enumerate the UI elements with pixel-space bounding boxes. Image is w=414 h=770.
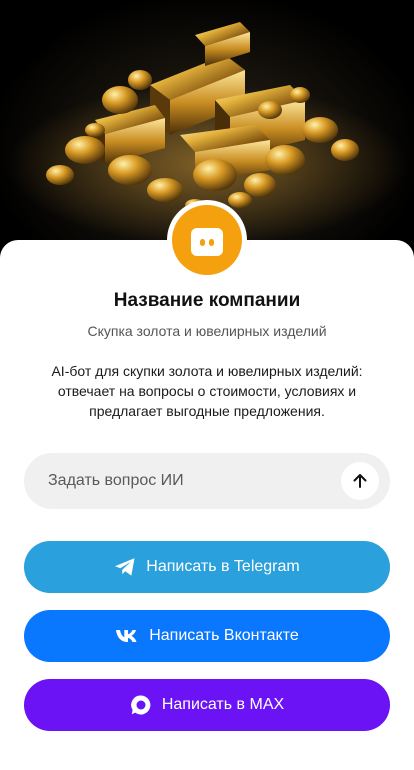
telegram-button[interactable]: Написать в Telegram [24, 541, 390, 593]
telegram-icon [114, 557, 136, 577]
ask-ai-input[interactable] [24, 453, 341, 509]
avatar-circle [172, 205, 242, 275]
telegram-button-label: Написать в Telegram [146, 558, 300, 575]
vk-icon [115, 629, 139, 643]
company-name: Название компании [113, 290, 301, 311]
max-button[interactable]: Написать в MAX [24, 679, 390, 731]
chat-bot-icon [191, 228, 223, 256]
max-icon [130, 694, 152, 716]
send-button[interactable] [341, 462, 379, 500]
vk-button-label: Написать Вконтакте [149, 627, 299, 644]
avatar [167, 200, 247, 280]
page: Название компании Скупка золота и ювелир… [0, 0, 414, 770]
arrow-up-icon [353, 474, 367, 488]
ask-ai-field [24, 453, 390, 509]
max-button-label: Написать в MAX [161, 696, 285, 713]
company-subtitle: Скупка золота и ювелирных изделий [87, 323, 327, 339]
vk-button[interactable]: Написать Вконтакте [24, 610, 390, 662]
company-description: AI-бот для скупки золота и ювелирных изд… [51, 363, 363, 419]
